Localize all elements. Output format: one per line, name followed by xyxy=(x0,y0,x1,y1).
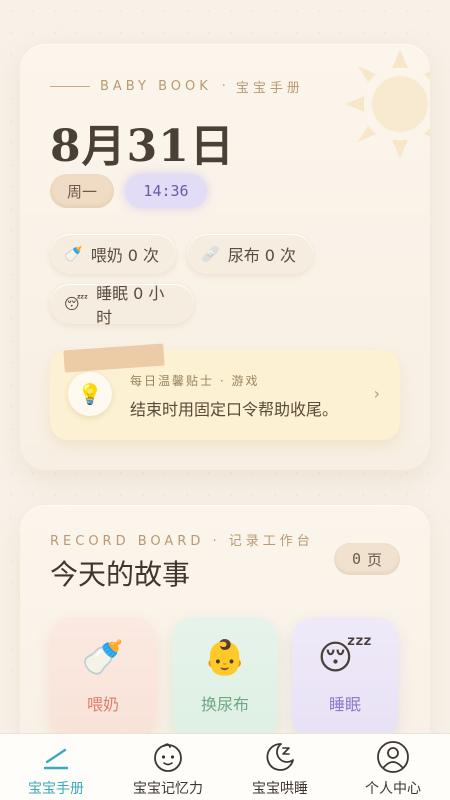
sleep-hours-chip[interactable]: 😴 睡眠 0 小时 xyxy=(50,284,194,327)
page-count-unit: 页 xyxy=(367,550,383,569)
tab-baby-memory-label: 宝宝记忆力 xyxy=(133,781,203,797)
feed-count-label: 喂奶 0 次 xyxy=(90,246,160,265)
eyebrow-chinese: 宝宝手册 xyxy=(235,81,304,96)
tab-baby-memory[interactable]: 宝宝记忆力 xyxy=(112,734,224,800)
page-count-badge: 0 页 xyxy=(334,543,400,575)
board-eyebrow: RECORD BOARD · 记录工作台 xyxy=(50,534,314,549)
card-eyebrow: BABY BOOK · 宝宝手册 xyxy=(50,77,304,96)
daily-tip-card[interactable]: 💡 每日温馨贴士 · 游戏 结束时用固定口令帮助收尾。 › xyxy=(50,343,400,440)
diaper-action-button[interactable]: 👶 换尿布 xyxy=(172,617,278,739)
current-date: 8月31日 xyxy=(50,121,235,172)
bottom-tab-bar: 宝宝手册 宝宝记忆力 宝宝哄睡 个人中心 xyxy=(0,733,450,800)
moon-sleep-icon xyxy=(266,743,294,771)
baby-icon: 👶 xyxy=(203,638,247,678)
baby-book-card: BABY BOOK · 宝宝手册 8月31日 周一 14:36 🍼 喂奶 0 次… xyxy=(20,44,430,470)
bandage-icon: 🩹 xyxy=(201,244,220,263)
tab-baby-sleep-label: 宝宝哄睡 xyxy=(252,781,308,797)
weekday-badge: 周一 xyxy=(50,174,114,208)
time-badge: 14:36 xyxy=(125,174,207,208)
tab-profile[interactable]: 个人中心 xyxy=(337,734,449,800)
diaper-count-chip[interactable]: 🩹 尿布 0 次 xyxy=(187,234,313,274)
bottle-icon: 🍼 xyxy=(81,638,125,678)
sleeping-face-icon: 😴 xyxy=(64,294,89,313)
eyebrow-english: BABY BOOK xyxy=(100,79,212,94)
tab-baby-book[interactable]: 宝宝手册 xyxy=(0,734,112,800)
tab-baby-sleep[interactable]: 宝宝哄睡 xyxy=(224,734,336,800)
chevron-right-icon: › xyxy=(373,384,380,403)
tip-subtitle: 每日温馨贴士 · 游戏 xyxy=(130,374,260,388)
sleeping-face-icon: 😴 xyxy=(317,638,373,678)
diaper-count-label: 尿布 0 次 xyxy=(227,246,297,265)
eyebrow-divider xyxy=(50,86,90,87)
board-title: 今天的故事 xyxy=(50,558,191,591)
sleep-action-label: 睡眠 xyxy=(328,695,361,714)
feed-count-chip[interactable]: 🍼 喂奶 0 次 xyxy=(50,234,176,274)
tip-text: 结束时用固定口令帮助收尾。 xyxy=(130,400,339,419)
user-icon xyxy=(377,741,409,773)
sun-icon xyxy=(346,50,430,158)
bottle-icon: 🍼 xyxy=(64,244,83,263)
page-count-value: 0 xyxy=(351,550,361,568)
eyebrow-separator: · xyxy=(221,79,226,94)
tab-baby-book-label: 宝宝手册 xyxy=(28,781,84,797)
diaper-action-label: 换尿布 xyxy=(200,695,249,714)
tape-decoration xyxy=(63,343,165,373)
feed-action-button[interactable]: 🍼 喂奶 xyxy=(50,617,156,739)
lightbulb-icon: 💡 xyxy=(68,372,112,416)
feed-action-label: 喂奶 xyxy=(86,695,119,714)
tab-profile-label: 个人中心 xyxy=(365,781,421,797)
baby-face-icon xyxy=(154,743,182,772)
pen-icon xyxy=(43,748,69,770)
sleep-hours-label: 睡眠 0 小时 xyxy=(96,284,165,327)
sleep-action-button[interactable]: 😴 睡眠 xyxy=(292,617,398,739)
